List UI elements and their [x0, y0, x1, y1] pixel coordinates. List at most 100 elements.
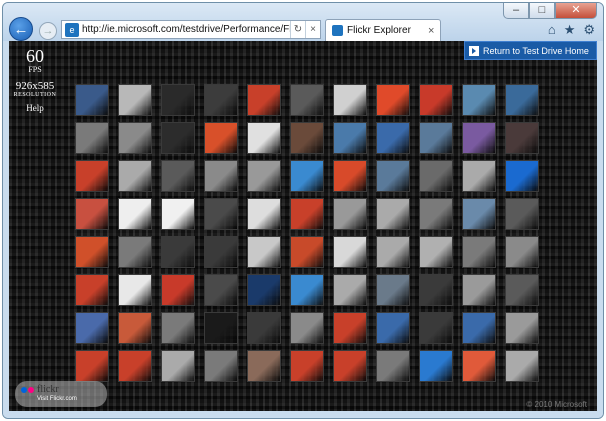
- photo-thumbnail[interactable]: [75, 122, 109, 154]
- refresh-button[interactable]: ↻: [290, 21, 305, 38]
- photo-thumbnail[interactable]: [505, 198, 539, 230]
- photo-thumbnail[interactable]: [75, 198, 109, 230]
- photo-thumbnail[interactable]: [290, 198, 324, 230]
- photo-thumbnail[interactable]: [505, 122, 539, 154]
- photo-thumbnail[interactable]: [505, 84, 539, 116]
- photo-thumbnail[interactable]: [462, 312, 496, 344]
- photo-thumbnail[interactable]: [419, 350, 453, 382]
- help-link[interactable]: Help: [9, 103, 61, 113]
- home-icon[interactable]: ⌂: [548, 22, 556, 38]
- photo-thumbnail[interactable]: [247, 198, 281, 230]
- tab-flickr-explorer[interactable]: Flickr Explorer ×: [325, 19, 441, 41]
- photo-thumbnail[interactable]: [75, 84, 109, 116]
- maximize-button[interactable]: □: [529, 3, 555, 19]
- tab-close-icon[interactable]: ×: [428, 25, 440, 37]
- photo-thumbnail[interactable]: [75, 350, 109, 382]
- photo-thumbnail[interactable]: [333, 236, 367, 268]
- photo-thumbnail[interactable]: [505, 274, 539, 306]
- photo-thumbnail[interactable]: [462, 274, 496, 306]
- forward-button[interactable]: →: [39, 22, 57, 40]
- photo-thumbnail[interactable]: [376, 84, 410, 116]
- photo-thumbnail[interactable]: [75, 236, 109, 268]
- photo-thumbnail[interactable]: [290, 236, 324, 268]
- photo-thumbnail[interactable]: [462, 160, 496, 192]
- address-bar[interactable]: e http://ie.microsoft.com/testdrive/Perf…: [61, 20, 321, 39]
- photo-thumbnail[interactable]: [333, 122, 367, 154]
- photo-thumbnail[interactable]: [204, 198, 238, 230]
- photo-thumbnail[interactable]: [290, 160, 324, 192]
- stop-button[interactable]: ×: [305, 21, 320, 38]
- photo-thumbnail[interactable]: [161, 350, 195, 382]
- photo-thumbnail[interactable]: [118, 236, 152, 268]
- photo-thumbnail[interactable]: [118, 160, 152, 192]
- photo-thumbnail[interactable]: [333, 160, 367, 192]
- photo-thumbnail[interactable]: [419, 84, 453, 116]
- photo-thumbnail[interactable]: [462, 198, 496, 230]
- return-to-test-drive-button[interactable]: Return to Test Drive Home: [464, 41, 597, 60]
- photo-thumbnail[interactable]: [247, 84, 281, 116]
- photo-thumbnail[interactable]: [247, 350, 281, 382]
- photo-thumbnail[interactable]: [333, 84, 367, 116]
- minimize-button[interactable]: –: [503, 3, 529, 19]
- photo-thumbnail[interactable]: [161, 198, 195, 230]
- photo-thumbnail[interactable]: [204, 236, 238, 268]
- tools-gear-icon[interactable]: ⚙: [583, 22, 595, 38]
- flickr-explorer-canvas[interactable]: 60 FPS 926x585 RESOLUTION Help Return to…: [9, 41, 597, 413]
- photo-thumbnail[interactable]: [161, 122, 195, 154]
- photo-thumbnail[interactable]: [204, 84, 238, 116]
- photo-thumbnail[interactable]: [419, 122, 453, 154]
- address-url[interactable]: http://ie.microsoft.com/testdrive/Perfor…: [82, 24, 290, 35]
- photo-thumbnail[interactable]: [376, 236, 410, 268]
- photo-thumbnail[interactable]: [290, 84, 324, 116]
- photo-thumbnail[interactable]: [204, 350, 238, 382]
- photo-thumbnail[interactable]: [462, 84, 496, 116]
- photo-thumbnail[interactable]: [204, 274, 238, 306]
- photo-thumbnail[interactable]: [333, 350, 367, 382]
- photo-thumbnail[interactable]: [419, 312, 453, 344]
- favorites-star-icon[interactable]: ★: [564, 22, 576, 38]
- photo-thumbnail[interactable]: [419, 198, 453, 230]
- photo-thumbnail[interactable]: [75, 274, 109, 306]
- close-window-button[interactable]: ✕: [555, 3, 597, 19]
- photo-thumbnail[interactable]: [161, 160, 195, 192]
- photo-thumbnail[interactable]: [161, 84, 195, 116]
- photo-thumbnail[interactable]: [161, 312, 195, 344]
- photo-thumbnail[interactable]: [118, 84, 152, 116]
- photo-thumbnail[interactable]: [376, 198, 410, 230]
- photo-thumbnail[interactable]: [204, 160, 238, 192]
- photo-thumbnail[interactable]: [290, 274, 324, 306]
- photo-thumbnail[interactable]: [75, 312, 109, 344]
- photo-thumbnail[interactable]: [204, 122, 238, 154]
- photo-thumbnail[interactable]: [118, 122, 152, 154]
- photo-thumbnail[interactable]: [333, 274, 367, 306]
- photo-thumbnail[interactable]: [376, 122, 410, 154]
- photo-thumbnail[interactable]: [290, 350, 324, 382]
- photo-thumbnail[interactable]: [118, 274, 152, 306]
- photo-thumbnail[interactable]: [376, 350, 410, 382]
- photo-thumbnail[interactable]: [376, 160, 410, 192]
- photo-thumbnail[interactable]: [75, 160, 109, 192]
- photo-thumbnail[interactable]: [247, 160, 281, 192]
- photo-thumbnail[interactable]: [118, 350, 152, 382]
- photo-thumbnail[interactable]: [247, 274, 281, 306]
- photo-thumbnail[interactable]: [118, 198, 152, 230]
- photo-thumbnail[interactable]: [333, 198, 367, 230]
- photo-thumbnail[interactable]: [462, 350, 496, 382]
- photo-thumbnail[interactable]: [462, 236, 496, 268]
- back-button[interactable]: ←: [9, 17, 33, 41]
- photo-thumbnail[interactable]: [505, 160, 539, 192]
- photo-thumbnail[interactable]: [505, 312, 539, 344]
- photo-thumbnail[interactable]: [247, 122, 281, 154]
- photo-thumbnail[interactable]: [505, 350, 539, 382]
- photo-thumbnail[interactable]: [247, 236, 281, 268]
- visit-flickr-link[interactable]: Visit Flickr.com: [37, 396, 77, 402]
- photo-thumbnail[interactable]: [161, 236, 195, 268]
- photo-thumbnail[interactable]: [290, 122, 324, 154]
- photo-thumbnail[interactable]: [462, 122, 496, 154]
- photo-thumbnail[interactable]: [419, 274, 453, 306]
- photo-thumbnail[interactable]: [247, 312, 281, 344]
- photo-thumbnail[interactable]: [118, 312, 152, 344]
- photo-thumbnail[interactable]: [204, 312, 238, 344]
- photo-thumbnail[interactable]: [290, 312, 324, 344]
- photo-thumbnail[interactable]: [419, 236, 453, 268]
